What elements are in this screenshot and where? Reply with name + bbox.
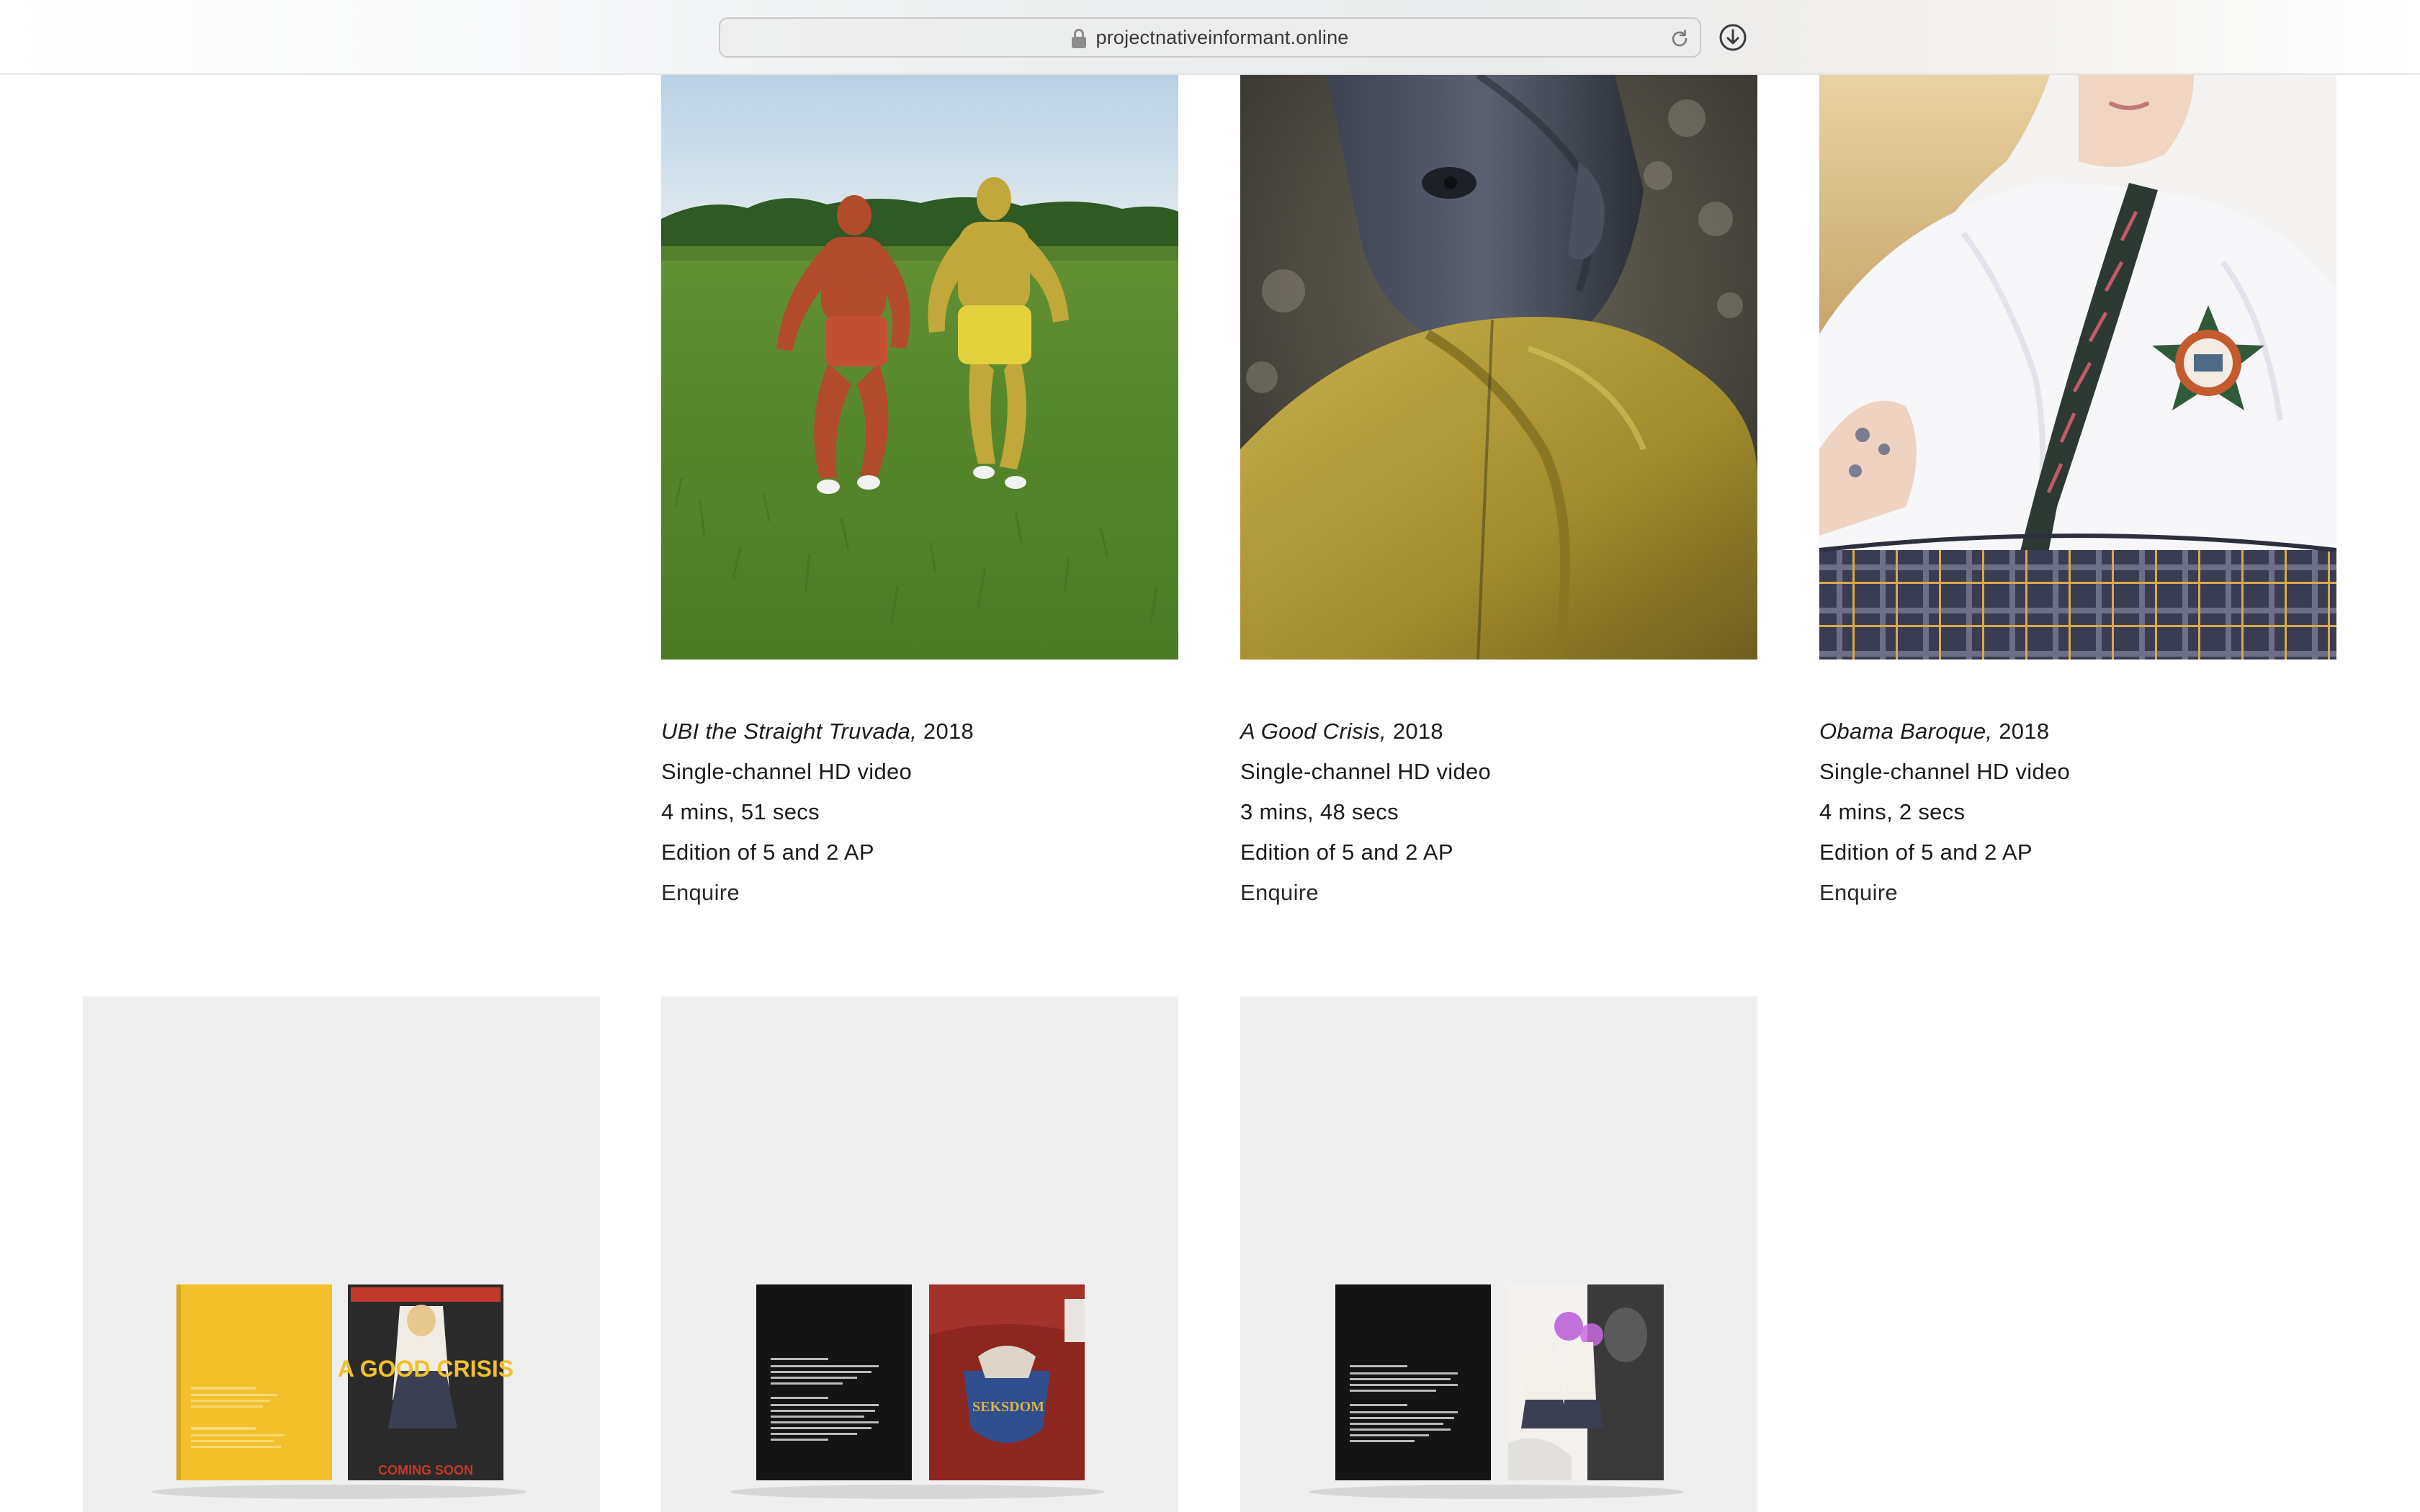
enquire-link[interactable]: Enquire <box>1819 873 2335 913</box>
artwork-caption: UBI the Straight Truvada, 2018 Single-ch… <box>661 711 1177 913</box>
artwork-edition: Edition of 5 and 2 AP <box>1819 840 2033 865</box>
book-card[interactable]: A GOOD CRISIS COMING SOON <box>83 996 600 1512</box>
artwork-title: UBI the Straight Truvada, <box>661 719 917 744</box>
lock-icon <box>1071 29 1086 49</box>
artwork-caption: A Good Crisis, 2018 Single-channel HD vi… <box>1240 711 1756 913</box>
artwork-caption: Obama Baroque, 2018 Single-channel HD vi… <box>1819 711 2335 913</box>
artwork-image-ubi-truvada[interactable] <box>661 75 1178 660</box>
download-icon[interactable] <box>1718 23 1747 52</box>
book-cover-title: A GOOD CRISIS <box>338 1356 514 1382</box>
artwork-title: Obama Baroque, <box>1819 719 1993 744</box>
artwork-title-line: Obama Baroque, 2018 <box>1819 711 2335 752</box>
enquire-link[interactable]: Enquire <box>661 873 1177 913</box>
artwork-edition: Edition of 5 and 2 AP <box>1240 840 1453 865</box>
artwork-duration: 4 mins, 2 secs <box>1819 799 1966 824</box>
reload-icon[interactable] <box>1668 27 1691 50</box>
browser-toolbar: projectnativeinformant.online <box>0 0 2420 75</box>
book-cover-title: SEKSDOM <box>972 1399 1044 1415</box>
artwork-edition: Edition of 5 and 2 AP <box>661 840 874 865</box>
artwork-duration: 3 mins, 48 secs <box>1240 799 1399 824</box>
enquire-link[interactable]: Enquire <box>1240 873 1756 913</box>
address-bar[interactable]: projectnativeinformant.online <box>719 17 1701 58</box>
artwork-year: 2018 <box>923 719 974 744</box>
url-text[interactable]: projectnativeinformant.online <box>1096 27 1349 49</box>
artwork-medium: Single-channel HD video <box>661 759 913 784</box>
artwork-medium: Single-channel HD video <box>1819 759 2071 784</box>
artwork-image-good-crisis[interactable] <box>1240 75 1757 660</box>
book-cover-subtitle: COMING SOON <box>378 1463 473 1477</box>
artwork-year: 2018 <box>1999 719 2050 744</box>
artwork-title: A Good Crisis, <box>1240 719 1386 744</box>
book-card[interactable] <box>1240 996 1757 1512</box>
artwork-medium: Single-channel HD video <box>1240 759 1492 784</box>
book-card[interactable]: SEKSDOM <box>661 996 1178 1512</box>
artwork-year: 2018 <box>1392 719 1443 744</box>
artwork-image-obama-baroque[interactable] <box>1819 75 2336 660</box>
artwork-title-line: A Good Crisis, 2018 <box>1240 711 1756 752</box>
artwork-duration: 4 mins, 51 secs <box>661 799 820 824</box>
artwork-title-line: UBI the Straight Truvada, 2018 <box>661 711 1177 752</box>
